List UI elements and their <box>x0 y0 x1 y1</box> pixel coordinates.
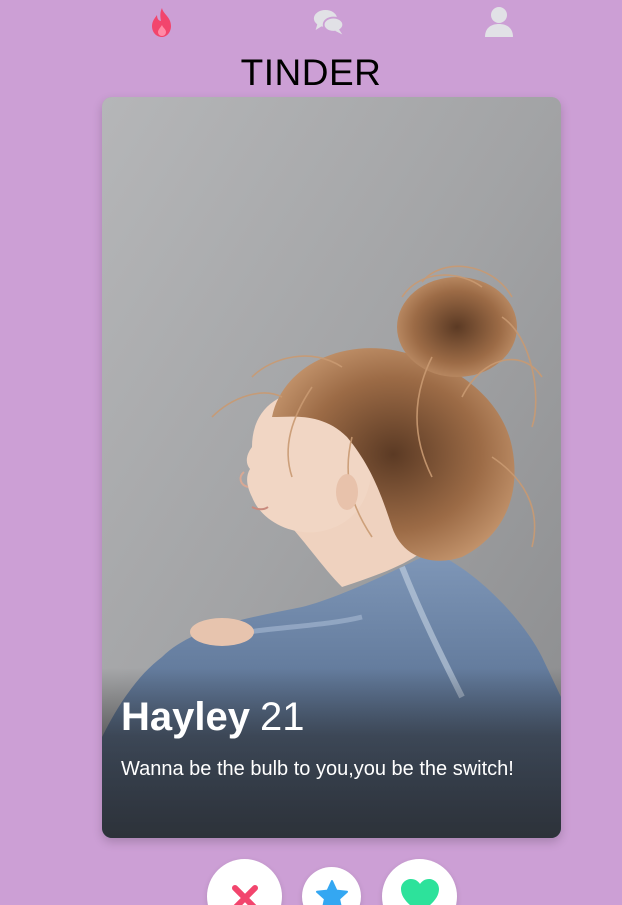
app-screen: TINDER Hayley 21 Wanna be the bulb to yo… <box>0 0 622 905</box>
page-title: TINDER <box>240 52 382 93</box>
name-line: Hayley 21 <box>121 694 541 740</box>
super-like-button[interactable] <box>302 867 361 905</box>
flame-icon <box>152 8 171 37</box>
nav-messages-button[interactable] <box>313 6 345 38</box>
card-info: Hayley 21 Wanna be the bulb to you,you be… <box>121 694 541 786</box>
close-icon <box>231 885 258 905</box>
nav-profile-button[interactable] <box>483 6 515 38</box>
star-icon <box>315 880 348 905</box>
profile-bio: Wanna be the bulb to you,you be the swit… <box>121 758 514 780</box>
profile-card[interactable]: Hayley 21 Wanna be the bulb to you,you be… <box>102 97 561 838</box>
profile-name: Hayley <box>121 695 250 739</box>
user-icon <box>485 7 513 37</box>
chat-bubbles-icon <box>313 10 345 35</box>
profile-age: 21 <box>259 695 305 739</box>
heart-icon <box>400 879 439 905</box>
nav-flame-button[interactable] <box>146 6 178 38</box>
nope-button[interactable] <box>207 859 282 905</box>
like-button[interactable] <box>382 859 457 905</box>
